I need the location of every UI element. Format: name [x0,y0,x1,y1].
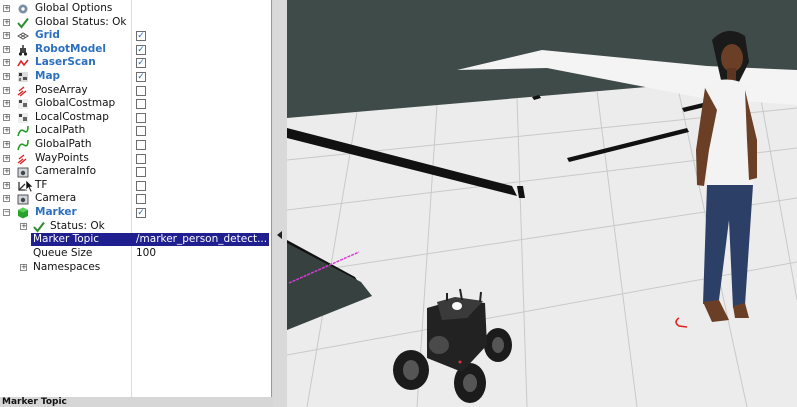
queue-size-row[interactable]: Queue Size 100 [0,247,270,261]
display-item-label: RobotModel [35,42,106,55]
pose-array-icon [17,153,29,165]
costmap-icon [17,112,29,124]
marker-topic-value[interactable]: /marker_person_detect... [136,233,267,246]
display-item-camerainfo[interactable]: CameraInfo [0,165,270,179]
display-enabled-checkbox[interactable]: ✓ [136,31,146,42]
display-item-label: CameraInfo [35,165,97,178]
display-item-label: Marker [35,206,77,218]
expand-icon[interactable] [3,154,10,162]
description-panel: Marker Topic [0,397,272,407]
path-icon [17,139,29,151]
display-enabled-checkbox[interactable]: ✓ [136,44,146,55]
display-item-map[interactable]: Map ✓ [0,70,270,84]
camera-icon [17,193,29,205]
pose-array-icon [17,85,29,97]
camera-icon [17,166,29,178]
display-item-tf[interactable]: TF [0,179,270,193]
display-item-label: LocalCostmap [35,110,109,123]
laser-scan-icon [17,57,29,69]
display-item-label: PoseArray [35,83,88,96]
display-enabled-checkbox[interactable] [136,194,146,205]
expand-icon[interactable] [3,5,10,12]
marker-status-row[interactable]: Status: Ok [0,220,270,234]
expand-icon[interactable] [3,59,10,67]
marker-status-label: Status: Ok [50,219,105,232]
display-item-globalcostmap[interactable]: GlobalCostmap [0,97,270,111]
display-enabled-checkbox[interactable]: ✓ [136,72,146,82]
display-enabled-checkbox[interactable] [136,180,146,191]
display-enabled-checkbox[interactable] [136,153,146,164]
display-item-camera[interactable]: Camera [0,192,270,206]
grid-icon [17,30,29,42]
expand-icon[interactable] [3,86,10,94]
gear-icon [17,3,29,15]
marker-icon [17,207,29,219]
display-enabled-checkbox[interactable]: ✓ [136,208,146,218]
display-item-global-options[interactable]: Global Options [0,2,270,16]
display-item-label: Camera [35,192,77,205]
check-icon [33,221,45,233]
expand-icon[interactable] [3,181,10,189]
expand-icon[interactable] [3,73,10,80]
display-item-waypoints[interactable]: WayPoints [0,152,270,166]
expand-icon[interactable] [3,141,10,148]
map-icon [17,71,29,83]
expand-icon[interactable] [3,195,10,203]
scene-canvas[interactable] [287,0,797,407]
display-item-globalpath[interactable]: GlobalPath [0,138,270,152]
display-item-localcostmap[interactable]: LocalCostmap [0,111,270,125]
namespaces-row[interactable]: Namespaces [0,261,270,275]
expand-icon[interactable] [20,222,27,230]
display-item-label: GlobalPath [35,138,92,150]
expand-icon[interactable] [3,168,10,176]
display-item-label: GlobalCostmap [35,97,116,110]
display-item-robotmodel[interactable]: RobotModel ✓ [0,43,270,57]
expand-icon[interactable] [3,127,10,135]
display-item-laserscan[interactable]: LaserScan ✓ [0,56,270,70]
description-title: Marker Topic [2,397,67,407]
display-item-label: LocalPath [35,124,86,137]
display-item-label: WayPoints [35,151,89,164]
display-enabled-checkbox[interactable] [136,85,146,96]
costmap-icon [17,98,29,110]
display-item-label: TF [35,178,48,191]
expand-icon[interactable] [3,32,10,40]
display-item-label: Map [35,70,61,82]
display-item-localpath[interactable]: LocalPath [0,124,270,138]
marker-topic-key: Marker Topic [33,233,100,245]
display-enabled-checkbox[interactable] [136,167,146,178]
display-item-posearray[interactable]: PoseArray [0,84,270,98]
display-enabled-checkbox[interactable] [136,126,146,137]
expand-icon[interactable] [3,100,10,108]
display-item-global-status-ok[interactable]: Global Status: Ok [0,16,270,30]
display-item-label: LaserScan [35,56,96,69]
display-item-label: Global Options [35,2,113,14]
display-enabled-checkbox[interactable]: ✓ [136,58,146,69]
robot-model-icon [17,44,29,56]
namespaces-label: Namespaces [33,260,101,273]
mouse-cursor-icon [25,179,34,193]
display-item-grid[interactable]: Grid ✓ [0,29,270,43]
expand-icon[interactable] [3,18,10,26]
expand-icon[interactable] [20,263,27,271]
display-enabled-checkbox[interactable] [136,140,146,150]
display-enabled-checkbox[interactable] [136,99,146,110]
display-enabled-checkbox[interactable] [136,112,146,123]
display-item-label: Global Status: Ok [35,15,127,28]
collapse-icon[interactable] [3,209,10,216]
queue-size-value[interactable]: 100 [136,247,156,260]
displays-panel: Global OptionsGlobal Status: OkGrid✓Robo… [0,0,272,397]
collapse-arrow-icon[interactable] [277,231,282,239]
display-item-marker[interactable]: Marker ✓ [0,206,270,220]
check-icon [17,17,29,29]
queue-size-key: Queue Size [33,247,93,259]
expand-icon[interactable] [3,113,10,121]
expand-icon[interactable] [3,45,10,53]
path-icon [17,125,29,137]
panel-splitter[interactable] [273,0,287,407]
render-3d-view[interactable] [287,0,797,407]
display-item-label: Grid [35,29,60,42]
